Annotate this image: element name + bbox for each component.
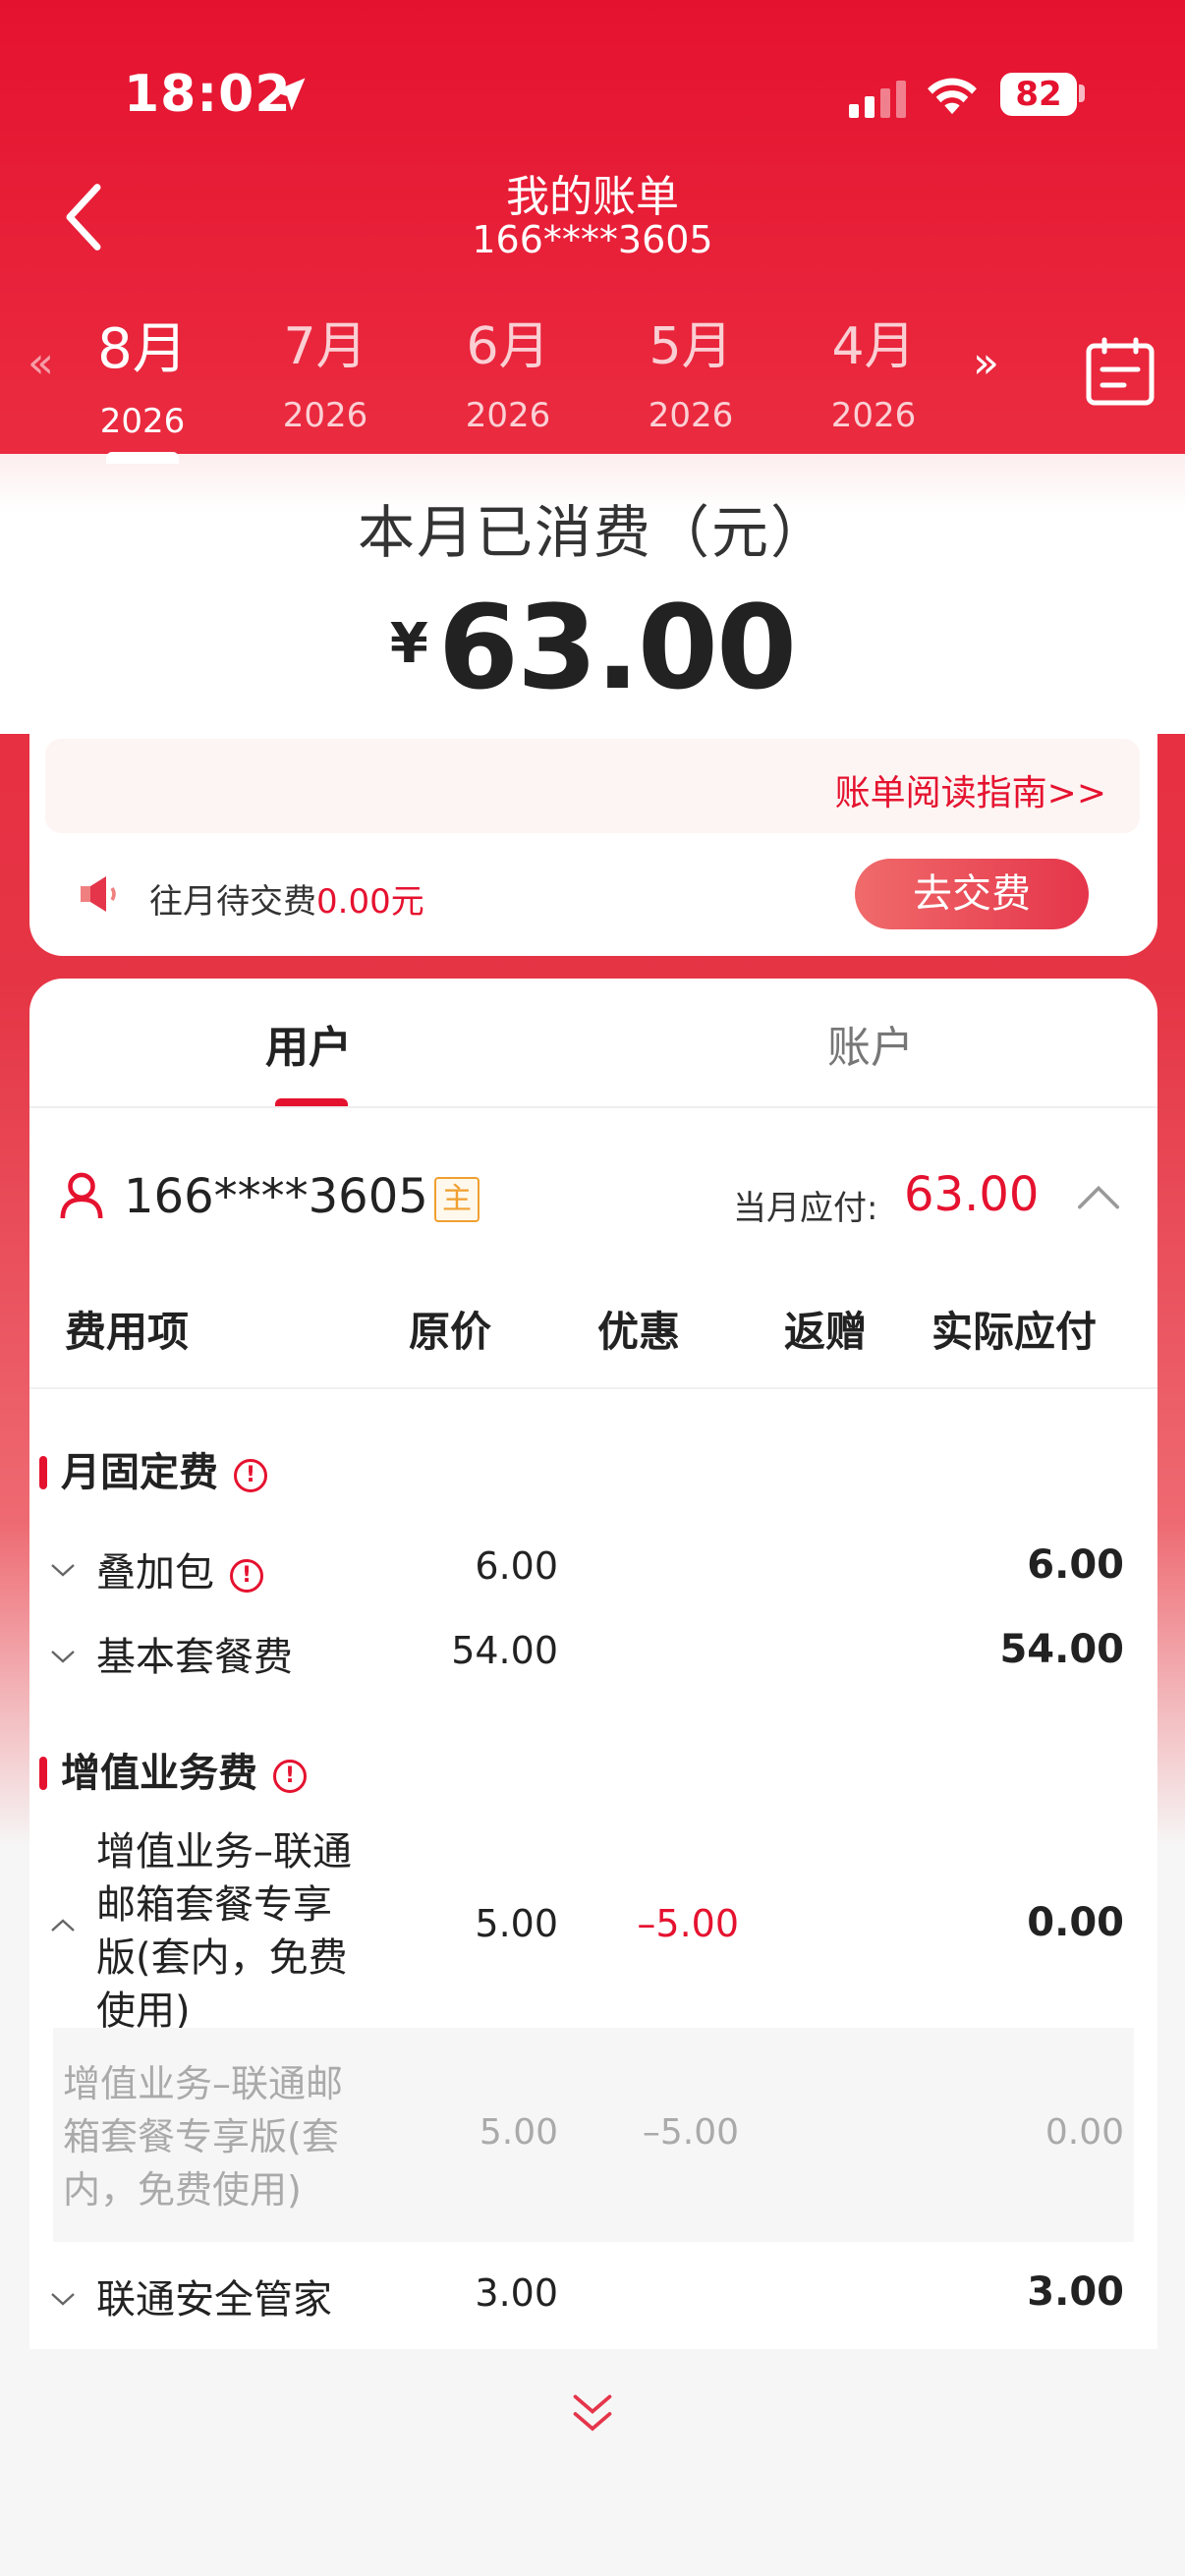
table-row-name[interactable]: 叠加包! [96,1540,263,1597]
info-icon[interactable]: ! [234,1459,267,1492]
header-original: 原价 [409,1308,492,1356]
primary-badge: 主 [434,1177,480,1222]
chevron-down-icon[interactable] [49,1560,77,1580]
sub-row-actual: 0.00 [1044,2112,1124,2153]
group-marker [39,1757,47,1790]
group-marker [39,1456,47,1489]
calendar-icon[interactable] [1085,336,1156,407]
row-actual: 0.00 [1027,1900,1124,1945]
header-divider [29,1387,1157,1389]
group-label: 月固定费 [61,1450,218,1495]
signal-icon [849,81,906,118]
double-chevron-down-icon[interactable] [568,2389,617,2438]
currency-symbol: ¥ [389,612,428,676]
prev-months-button[interactable]: « [28,338,54,388]
row-original: 5.00 [475,1902,558,1945]
guide-box: 账单阅读指南>> [45,739,1140,833]
bill-guide-link[interactable]: 账单阅读指南>> [835,764,1106,815]
table-row-name[interactable]: 联通安全管家 [96,2268,332,2324]
month-tab-8[interactable]: 8月 2026 [69,305,216,464]
row-label: 叠加包 [96,1550,214,1596]
page-subtitle: 166****3605 [472,218,713,261]
month-tab-6[interactable]: 6月 2026 [434,305,582,435]
pay-button[interactable]: 去交费 [855,859,1089,929]
status-bar: 18:02 82 [0,57,1185,136]
pending-payment: 往月待交费0.00元 [149,874,424,923]
chevron-up-icon[interactable] [49,1916,77,1935]
month-tab-5[interactable]: 5月 2026 [617,305,764,435]
pending-value: 0.00元 [316,882,424,922]
bill-detail-card: 用户 账户 166****3605 主 当月应付: 63.00 费用项 原价 优… [29,979,1157,2349]
month-tab-4[interactable]: 4月 2026 [800,305,947,435]
page-title: 我的账单 [506,172,679,222]
month-selector: « 8月 2026 7月 2026 6月 2026 5月 2026 4月 202… [0,295,1185,464]
tab-account[interactable]: 账户 [827,1012,914,1075]
wifi-icon [928,78,977,115]
tab-divider [29,1106,1157,1108]
row-actual: 3.00 [1027,2269,1124,2315]
year-label: 2026 [648,396,734,435]
battery-tip [1079,84,1085,102]
chevron-up-icon[interactable] [1075,1183,1122,1212]
year-label: 2026 [830,396,917,435]
info-icon[interactable]: ! [230,1559,263,1593]
row-original: 54.00 [451,1629,558,1672]
header-discount: 优惠 [597,1308,681,1356]
header-rebate: 返赠 [784,1308,868,1356]
due-value: 63.00 [904,1167,1040,1222]
header-fee-item: 费用项 [65,1308,190,1356]
month-tab-7[interactable]: 7月 2026 [252,305,399,435]
table-row-name[interactable]: 基本套餐费 [96,1625,293,1682]
battery-indicator: 82 [1000,73,1077,116]
location-arrow-icon [272,78,306,111]
month-label: 5月 [649,317,733,376]
month-label: 8月 [97,317,188,381]
year-label: 2026 [282,396,368,435]
sub-row-name: 增值业务–联通邮箱套餐专享版(套内，免费使用) [63,2062,344,2212]
total-amount: ¥63.00 [0,580,1185,715]
month-label: 6月 [466,317,550,376]
due-label: 当月应付: [733,1189,878,1228]
info-icon[interactable]: ! [273,1760,307,1793]
row-discount: –5.00 [637,1902,739,1945]
tab-user[interactable]: 用户 [265,1012,352,1075]
status-time: 18:02 [124,65,292,124]
speaker-icon [81,876,116,912]
group-value-added: 增值业务费! [39,1741,307,1798]
sub-row-original: 5.00 [479,2112,558,2153]
table-row-name[interactable]: 增值业务–联通邮箱套餐专享版(套内，免费使用) [96,1825,362,2038]
header-actual: 实际应付 [931,1308,1098,1356]
next-months-button[interactable]: » [973,338,999,388]
row-actual: 6.00 [1027,1542,1124,1588]
amount-value: 63.00 [437,580,797,715]
user-phone: 166****3605 [124,1169,428,1224]
user-icon [60,1172,103,1219]
chevron-down-icon[interactable] [49,1647,77,1666]
group-monthly-fixed: 月固定费! [39,1440,267,1497]
summary-title: 本月已消费（元） [357,499,829,566]
month-label: 7月 [283,317,367,376]
row-original: 6.00 [475,1544,558,1588]
sub-row-discount: –5.00 [642,2112,739,2153]
group-label: 增值业务费 [61,1751,257,1796]
year-label: 2026 [465,396,551,435]
pending-label: 往月待交费 [149,882,316,922]
row-original: 3.00 [475,2271,558,2315]
chevron-down-icon[interactable] [49,2289,77,2309]
month-label: 4月 [831,317,916,376]
row-actual: 54.00 [999,1627,1124,1672]
year-label: 2026 [99,402,186,441]
